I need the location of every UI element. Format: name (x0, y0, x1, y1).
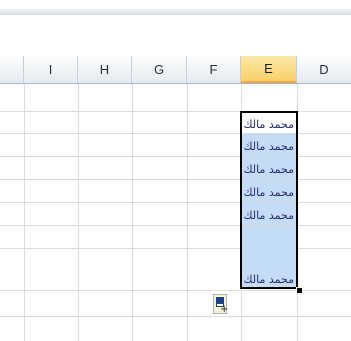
row-gridline (0, 111, 351, 112)
formula-area (0, 15, 351, 57)
column-gridline (132, 84, 133, 341)
column-gridline (78, 84, 79, 341)
auto-fill-options-icon[interactable]: + (213, 294, 228, 315)
column-header-i[interactable]: I (24, 56, 78, 83)
row-gridline (0, 225, 351, 226)
column-gridline (24, 84, 25, 341)
column-header-partial[interactable] (0, 56, 24, 83)
selection-border (240, 111, 298, 289)
row-gridline (0, 316, 351, 317)
row-gridline (0, 179, 351, 180)
row-gridline (0, 248, 351, 249)
column-header-f[interactable]: F (187, 56, 241, 83)
column-header-e[interactable]: E (241, 56, 297, 83)
row-gridline (0, 156, 351, 157)
column-header-d[interactable]: D (297, 56, 351, 83)
fill-handle[interactable] (296, 287, 303, 294)
column-header-bar: I H G F E D (0, 56, 351, 84)
row-gridline (0, 202, 351, 203)
ribbon-edge (0, 0, 351, 15)
column-header-g[interactable]: G (132, 56, 187, 83)
row-gridline (0, 133, 351, 134)
column-header-h[interactable]: H (78, 56, 132, 83)
column-gridline (187, 84, 188, 341)
